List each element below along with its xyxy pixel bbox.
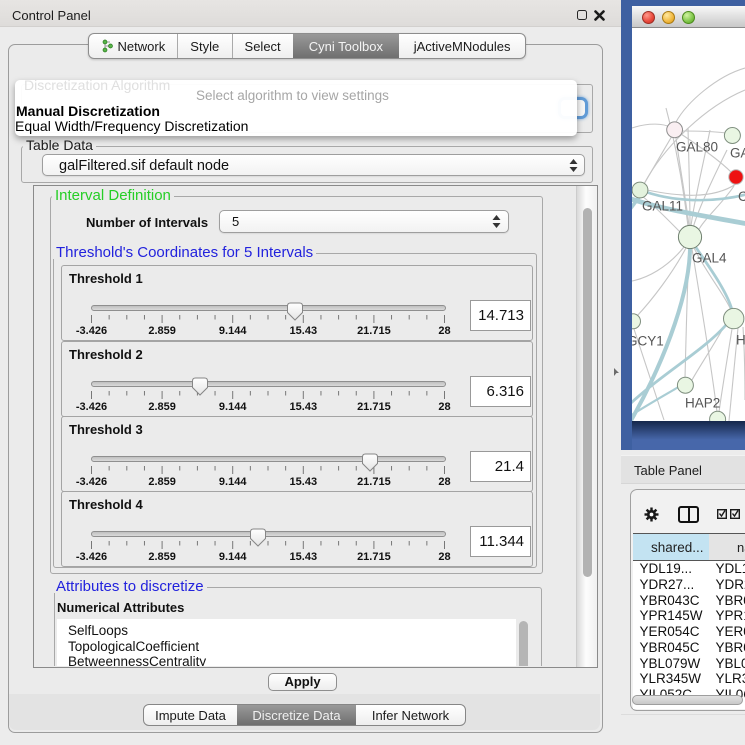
svg-text:GCY1: GCY1 [632, 334, 664, 349]
svg-text:HAP2: HAP2 [685, 396, 720, 411]
svg-text:HA: HA [736, 333, 745, 348]
svg-text:GAL80: GAL80 [676, 140, 718, 155]
svg-text:GAL3: GAL3 [730, 146, 745, 161]
svg-text:GAL11: GAL11 [642, 199, 683, 214]
svg-text:CAL: CAL [738, 189, 745, 204]
svg-text:GAL4: GAL4 [692, 251, 727, 266]
